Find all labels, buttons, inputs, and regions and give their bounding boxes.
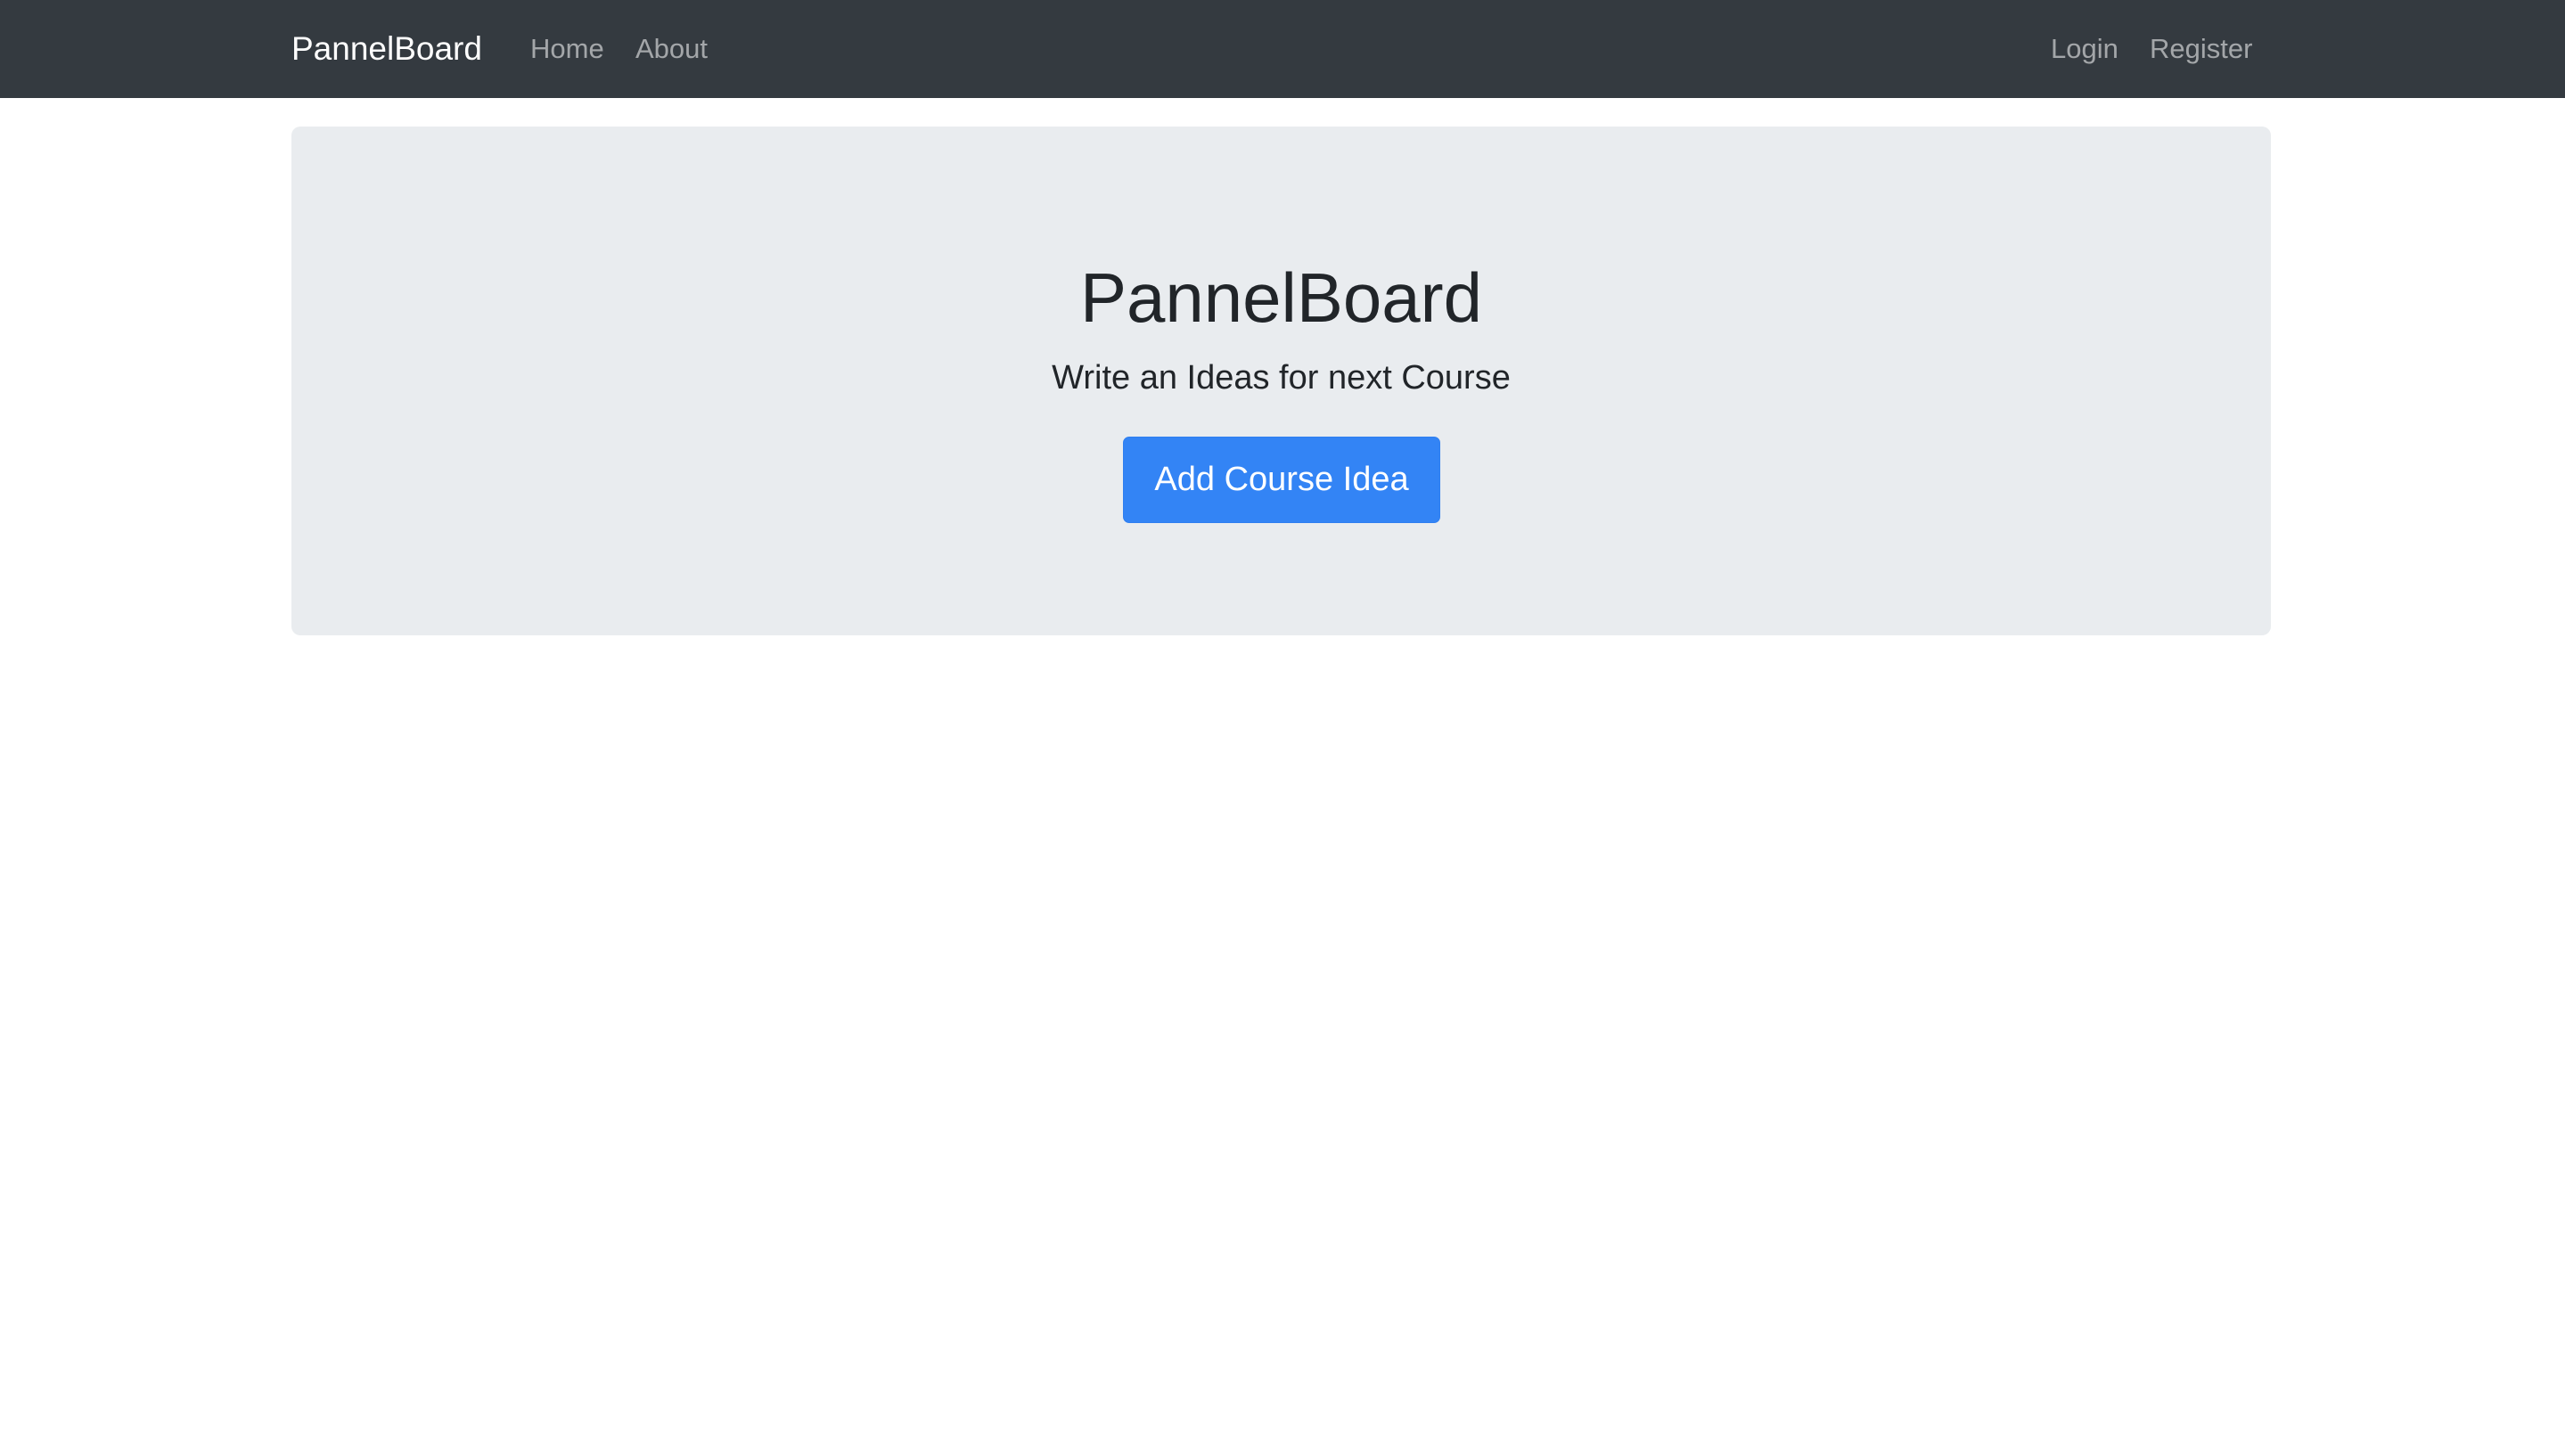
navbar-brand[interactable]: PannelBoard [291,0,482,98]
hero-jumbotron: PannelBoard Write an Ideas for next Cour… [291,127,2271,635]
add-course-idea-button[interactable]: Add Course Idea [1123,437,1440,523]
hero-title: PannelBoard [1079,258,1482,337]
hero-subtitle: Write an Ideas for next Course [1052,359,1511,397]
nav-link-login[interactable]: Login [2051,0,2118,98]
nav-link-about[interactable]: About [635,0,708,98]
nav-link-home[interactable]: Home [530,0,604,98]
nav-link-register[interactable]: Register [2150,0,2252,98]
top-navbar: PannelBoard Home About Login Register [0,0,2565,98]
